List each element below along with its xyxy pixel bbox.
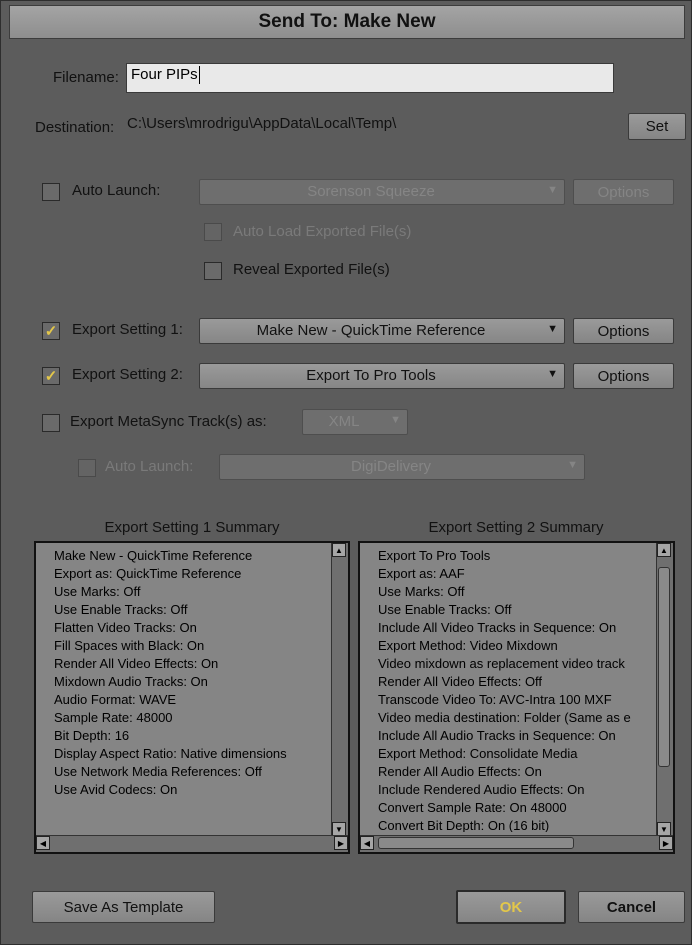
summary-line: Fill Spaces with Black: On bbox=[54, 638, 205, 653]
summary-line: Export as: QuickTime Reference bbox=[54, 566, 242, 581]
arrow-up-icon[interactable]: ▲ bbox=[657, 543, 671, 557]
summary-line: Include Rendered Audio Effects: On bbox=[378, 782, 585, 797]
auto-load-label: Auto Load Exported File(s) bbox=[233, 223, 412, 240]
metasync-format-value: XML bbox=[328, 413, 360, 430]
export-setting-2-options-button[interactable]: Options bbox=[573, 363, 674, 389]
checkmark-icon: ✓ bbox=[44, 367, 58, 385]
summary-2-title: Export Setting 2 Summary bbox=[428, 519, 604, 536]
chevron-down-icon: ▼ bbox=[567, 459, 578, 471]
reveal-label: Reveal Exported File(s) bbox=[233, 261, 390, 278]
summary-line: Export Method: Video Mixdown bbox=[378, 638, 558, 653]
export-setting-2-value: Export To Pro Tools bbox=[306, 367, 436, 384]
summary-1-horizontal-scrollbar[interactable]: ◀ ▶ bbox=[36, 835, 348, 852]
arrow-left-icon[interactable]: ◀ bbox=[360, 836, 374, 850]
export-setting-1-options-button[interactable]: Options bbox=[573, 318, 674, 344]
summary-2-list: Export To Pro Tools Export as: AAF Use Mar… bbox=[378, 547, 653, 832]
summary-line: Display Aspect Ratio: Native dimensions bbox=[54, 746, 287, 761]
set-button[interactable]: Set bbox=[628, 113, 686, 140]
auto-launch-checkbox[interactable] bbox=[42, 183, 60, 201]
summary-line: Video mixdown as replacement video track bbox=[378, 656, 625, 671]
dialog-title: Send To: Make New bbox=[258, 11, 436, 32]
arrow-right-icon[interactable]: ▶ bbox=[659, 836, 673, 850]
text-caret bbox=[198, 66, 200, 85]
metasync-auto-launch-select[interactable]: DigiDelivery ▼ bbox=[219, 454, 585, 480]
summary-line: Use Enable Tracks: Off bbox=[54, 602, 188, 617]
save-as-template-button[interactable]: Save As Template bbox=[32, 891, 215, 923]
summary-line: Render All Audio Effects: On bbox=[378, 764, 542, 779]
summary-line: Export To Pro Tools bbox=[378, 548, 491, 563]
arrow-down-icon[interactable]: ▼ bbox=[657, 822, 671, 836]
filename-value: Four PIPs bbox=[131, 66, 198, 83]
send-to-dialog: Send To: Make New Filename: Four PIPs De… bbox=[0, 0, 692, 945]
auto-launch-select[interactable]: Sorenson Squeeze ▼ bbox=[199, 179, 565, 205]
summary-line: Video media destination: Folder (Same as… bbox=[378, 710, 631, 725]
export-setting-2-label: Export Setting 2: bbox=[72, 366, 183, 383]
arrow-down-icon[interactable]: ▼ bbox=[332, 822, 346, 836]
summary-2-vertical-thumb[interactable] bbox=[658, 567, 670, 767]
filename-label: Filename: bbox=[53, 69, 119, 86]
summary-line: Bit Depth: 16 bbox=[54, 728, 130, 743]
summary-line: Flatten Video Tracks: On bbox=[54, 620, 197, 635]
metasync-auto-launch-value: DigiDelivery bbox=[350, 458, 432, 475]
summary-line: Use Avid Codecs: On bbox=[54, 782, 178, 797]
summary-1-panel[interactable]: Make New - QuickTime Reference Export as:… bbox=[34, 541, 350, 854]
summary-line: Export Method: Consolidate Media bbox=[378, 746, 578, 761]
summary-line: Use Enable Tracks: Off bbox=[378, 602, 512, 617]
metasync-checkbox[interactable] bbox=[42, 414, 60, 432]
summary-line: Sample Rate: 48000 bbox=[54, 710, 173, 725]
export-setting-1-select[interactable]: Make New - QuickTime Reference ▼ bbox=[199, 318, 565, 344]
metasync-auto-launch-label: Auto Launch: bbox=[105, 458, 194, 475]
summary-2-horizontal-thumb[interactable] bbox=[378, 837, 574, 849]
arrow-left-icon[interactable]: ◀ bbox=[36, 836, 50, 850]
auto-launch-select-value: Sorenson Squeeze bbox=[307, 183, 435, 200]
destination-path: C:\Users\mrodrigu\AppData\Local\Temp\ bbox=[127, 115, 397, 132]
chevron-down-icon: ▼ bbox=[547, 323, 558, 335]
summary-line: Use Marks: Off bbox=[54, 584, 141, 599]
summary-2-vertical-scrollbar[interactable]: ▲ ▼ bbox=[656, 543, 673, 836]
export-setting-1-label: Export Setting 1: bbox=[72, 321, 183, 338]
summary-line: Export as: AAF bbox=[378, 566, 465, 581]
auto-launch-label: Auto Launch: bbox=[72, 182, 161, 199]
summary-line: Convert Sample Rate: On 48000 bbox=[378, 800, 567, 815]
reveal-checkbox[interactable] bbox=[204, 262, 222, 280]
metasync-format-select[interactable]: XML ▼ bbox=[302, 409, 408, 435]
summary-line: Include All Video Tracks in Sequence: On bbox=[378, 620, 617, 635]
cancel-button[interactable]: Cancel bbox=[578, 891, 685, 923]
auto-launch-options-button[interactable]: Options bbox=[573, 179, 674, 205]
summary-1-list: Make New - QuickTime Reference Export as:… bbox=[54, 547, 328, 832]
metasync-label: Export MetaSync Track(s) as: bbox=[70, 413, 267, 430]
summary-line: Make New - QuickTime Reference bbox=[54, 548, 253, 563]
arrow-right-icon[interactable]: ▶ bbox=[334, 836, 348, 850]
filename-field[interactable]: Four PIPs bbox=[126, 63, 614, 93]
summary-line: Convert Bit Depth: On (16 bit) bbox=[378, 818, 550, 832]
export-setting-1-value: Make New - QuickTime Reference bbox=[256, 322, 486, 339]
summary-line: Audio Format: WAVE bbox=[54, 692, 177, 707]
export-setting-2-checkbox[interactable]: ✓ bbox=[42, 367, 60, 385]
destination-label: Destination: bbox=[35, 119, 115, 136]
summary-2-horizontal-scrollbar[interactable]: ◀ ▶ bbox=[360, 835, 673, 852]
summary-line: Include All Audio Tracks in Sequence: On bbox=[378, 728, 616, 743]
ok-button[interactable]: OK bbox=[456, 890, 566, 924]
chevron-down-icon: ▼ bbox=[390, 414, 401, 426]
auto-load-checkbox[interactable] bbox=[204, 223, 222, 241]
export-setting-2-select[interactable]: Export To Pro Tools ▼ bbox=[199, 363, 565, 389]
summary-1-title: Export Setting 1 Summary bbox=[104, 519, 280, 536]
chevron-down-icon: ▼ bbox=[547, 368, 558, 380]
summary-line: Render All Video Effects: Off bbox=[378, 674, 543, 689]
summary-line: Transcode Video To: AVC-Intra 100 MXF bbox=[378, 692, 612, 707]
export-setting-1-checkbox[interactable]: ✓ bbox=[42, 322, 60, 340]
metasync-auto-launch-checkbox[interactable] bbox=[78, 459, 96, 477]
arrow-up-icon[interactable]: ▲ bbox=[332, 543, 346, 557]
summary-line: Render All Video Effects: On bbox=[54, 656, 219, 671]
checkmark-icon: ✓ bbox=[44, 322, 58, 340]
summary-2-panel[interactable]: Export To Pro Tools Export as: AAF Use Mar… bbox=[358, 541, 675, 854]
summary-1-vertical-scrollbar[interactable]: ▲ ▼ bbox=[331, 543, 348, 836]
summary-line: Use Network Media References: Off bbox=[54, 764, 262, 779]
title-bar[interactable]: Send To: Make New bbox=[9, 5, 685, 39]
summary-line: Use Marks: Off bbox=[378, 584, 465, 599]
summary-line: Mixdown Audio Tracks: On bbox=[54, 674, 208, 689]
chevron-down-icon: ▼ bbox=[547, 184, 558, 196]
